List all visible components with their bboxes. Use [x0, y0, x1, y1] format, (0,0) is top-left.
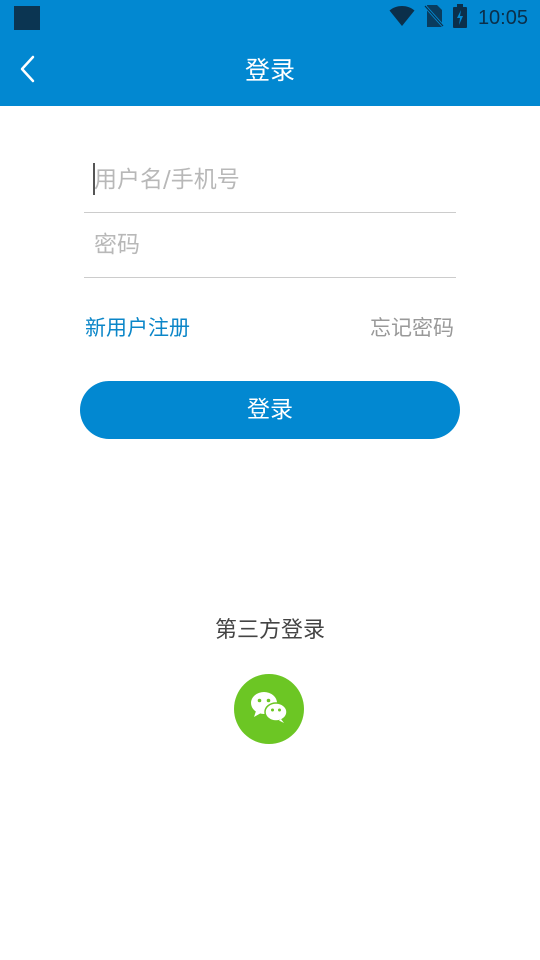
no-sim-icon — [423, 4, 445, 32]
password-input[interactable] — [94, 213, 446, 277]
toolbar: 登录 — [0, 36, 540, 106]
login-button[interactable]: 登录 — [80, 381, 460, 439]
username-input[interactable] — [94, 148, 446, 212]
username-field — [84, 148, 456, 213]
wechat-icon — [249, 690, 289, 728]
status-bar: 10:05 — [0, 0, 540, 36]
forgot-password-link[interactable]: 忘记密码 — [370, 312, 454, 342]
battery-charging-icon — [452, 4, 467, 32]
status-time: 10:05 — [477, 6, 528, 29]
third-party-login-title: 第三方登录 — [214, 618, 325, 643]
text-caret — [93, 163, 95, 195]
wifi-icon — [389, 5, 415, 31]
notification-square-icon — [14, 6, 40, 30]
status-icons: 10:05 — [389, 4, 528, 32]
register-link[interactable]: 新用户注册 — [85, 312, 190, 342]
password-field — [84, 213, 456, 278]
wechat-login-button[interactable] — [234, 674, 304, 744]
page-title: 登录 — [244, 56, 295, 85]
